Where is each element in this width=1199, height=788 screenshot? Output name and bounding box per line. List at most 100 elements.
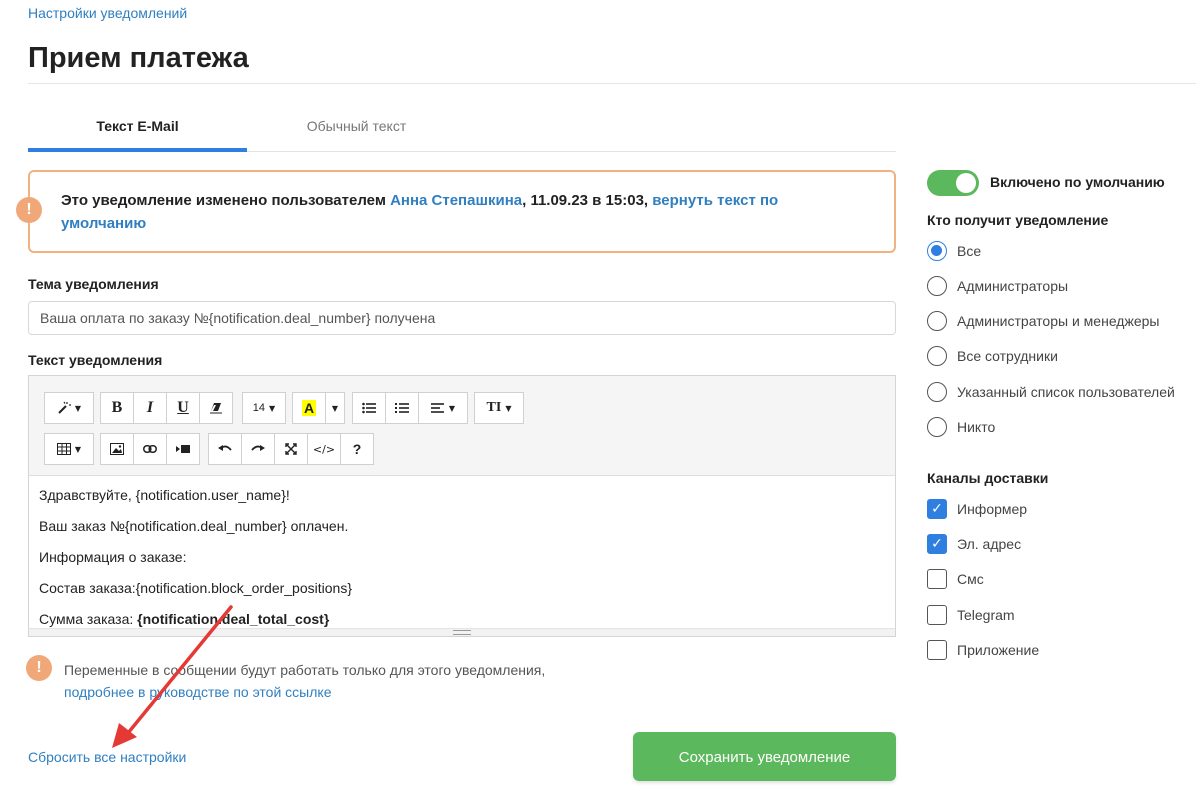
alert-user-link[interactable]: Анна Степашкина xyxy=(390,192,522,209)
recipient-option-all[interactable]: Все xyxy=(927,241,981,261)
tab-email-text[interactable]: Текст E-Mail xyxy=(28,106,247,152)
bullet-list-button[interactable] xyxy=(352,392,386,424)
font-size-value: 14 xyxy=(252,402,266,414)
checkbox-checked[interactable]: ✓ xyxy=(927,499,947,519)
radio[interactable] xyxy=(927,276,947,296)
breadcrumb-link[interactable]: Настройки уведомлений xyxy=(28,5,187,21)
option-label: Приложение xyxy=(957,642,1040,658)
recipient-option-admins-managers[interactable]: Администраторы и менеджеры xyxy=(927,311,1159,331)
editor-resize-handle[interactable] xyxy=(29,628,895,636)
body-label: Текст уведомления xyxy=(28,352,163,368)
undo-button[interactable] xyxy=(208,433,242,465)
fullscreen-icon xyxy=(285,443,297,455)
magic-style-button[interactable]: ▼ xyxy=(44,392,94,424)
recipient-option-admins[interactable]: Администраторы xyxy=(927,276,1068,296)
text-color-icon: A xyxy=(301,400,317,416)
guide-link[interactable]: подробнее в руководстве по этой ссылке xyxy=(64,684,331,700)
insert-link-button[interactable] xyxy=(133,433,167,465)
warning-icon: ! xyxy=(26,655,52,681)
content-line: Ваш заказ №{notification.deal_number} оп… xyxy=(39,518,349,534)
channel-option-informer[interactable]: ✓ Информер xyxy=(927,499,1027,519)
option-label: Администраторы xyxy=(957,278,1069,294)
editor-content[interactable]: Здравствуйте, {notification.user_name}! … xyxy=(29,477,895,629)
channels-heading: Каналы доставки xyxy=(927,470,1049,486)
tab-plain-text[interactable]: Обычный текст xyxy=(247,106,466,152)
bold-button[interactable]: B xyxy=(100,392,134,424)
option-label: Все xyxy=(957,243,982,259)
option-label: Telegram xyxy=(957,607,1015,623)
option-label: Все сотрудники xyxy=(957,348,1058,364)
channel-option-telegram[interactable]: Telegram xyxy=(927,605,1015,625)
channel-option-app[interactable]: Приложение xyxy=(927,640,1039,660)
channel-option-email[interactable]: ✓ Эл. адрес xyxy=(927,534,1021,554)
option-label: Смс xyxy=(957,571,984,587)
link-icon xyxy=(143,445,157,453)
option-label: Администраторы и менеджеры xyxy=(957,313,1160,329)
help-button[interactable]: ? xyxy=(340,433,374,465)
clear-format-button[interactable] xyxy=(199,392,233,424)
alert-prefix: Это уведомление изменено пользователем xyxy=(61,192,391,209)
checkbox-checked[interactable]: ✓ xyxy=(927,534,947,554)
reset-settings-link[interactable]: Сбросить все настройки xyxy=(28,749,186,765)
recipient-option-nobody[interactable]: Никто xyxy=(927,417,995,437)
total-label: Сумма заказа: xyxy=(39,611,138,627)
modified-alert: Это уведомление изменено пользователем А… xyxy=(28,170,896,253)
chevron-down-icon: ▼ xyxy=(505,403,512,413)
numbered-list-button[interactable] xyxy=(385,392,419,424)
font-size-dropdown[interactable]: 14 ▼ xyxy=(242,392,286,424)
text-color-button[interactable]: A xyxy=(292,392,326,424)
total-variable: {notification.deal_total_cost} xyxy=(137,611,330,627)
toggle-knob xyxy=(956,173,976,193)
recipients-heading: Кто получит уведомление xyxy=(927,212,1109,228)
redo-button[interactable] xyxy=(241,433,275,465)
save-notification-button[interactable]: Сохранить уведомление xyxy=(633,732,896,781)
chevron-down-icon: ▼ xyxy=(448,403,456,413)
content-line: Здравствуйте, {notification.user_name}! xyxy=(39,487,290,503)
content-line: Информация о заказе: xyxy=(39,549,187,565)
recipient-option-all-staff[interactable]: Все сотрудники xyxy=(927,346,1058,366)
radio[interactable] xyxy=(927,346,947,366)
editor-toolbar: ▼ B I U 14 ▼ A ▼ ▼ TI ▼ ▼ </> ? xyxy=(29,376,895,476)
note-text: Переменные в сообщении будут работать то… xyxy=(64,662,546,678)
variables-note: Переменные в сообщении будут работать то… xyxy=(64,659,545,703)
table-dropdown[interactable]: ▼ xyxy=(44,433,94,465)
fullscreen-button[interactable] xyxy=(274,433,308,465)
subject-label: Тема уведомления xyxy=(28,276,159,292)
alert-date: , 11.09.23 в 15:03, xyxy=(522,192,653,209)
image-icon xyxy=(110,443,124,455)
rich-text-editor: ▼ B I U 14 ▼ A ▼ ▼ TI ▼ ▼ </> ? Здравств… xyxy=(28,375,896,637)
insert-video-button[interactable] xyxy=(166,433,200,465)
channel-option-sms[interactable]: Смс xyxy=(927,569,984,589)
video-icon xyxy=(176,445,190,453)
recipient-option-user-list[interactable]: Указанный список пользователей xyxy=(927,382,1175,402)
checkbox[interactable] xyxy=(927,640,947,660)
chevron-down-icon: ▼ xyxy=(331,403,339,413)
magic-wand-icon xyxy=(58,401,71,414)
radio[interactable] xyxy=(927,311,947,331)
redo-icon xyxy=(251,445,265,451)
content-line: Сумма заказа: {notification.deal_total_c… xyxy=(39,610,885,629)
align-dropdown[interactable]: ▼ xyxy=(418,392,468,424)
italic-button[interactable]: I xyxy=(133,392,167,424)
insert-image-button[interactable] xyxy=(100,433,134,465)
warning-icon: ! xyxy=(16,197,42,223)
undo-icon xyxy=(218,445,232,451)
content-line: Состав заказа:{notification.block_order_… xyxy=(39,580,352,596)
option-label: Информер xyxy=(957,501,1028,517)
eraser-icon xyxy=(210,403,222,414)
checkbox[interactable] xyxy=(927,569,947,589)
enabled-toggle[interactable] xyxy=(927,170,979,196)
subject-input[interactable] xyxy=(28,301,896,335)
text-color-dropdown[interactable]: ▼ xyxy=(325,392,345,424)
radio[interactable] xyxy=(927,382,947,402)
text-height-dropdown[interactable]: TI ▼ xyxy=(474,392,524,424)
checkbox[interactable] xyxy=(927,605,947,625)
code-view-button[interactable]: </> xyxy=(307,433,341,465)
radio-selected[interactable] xyxy=(927,241,947,261)
align-left-icon xyxy=(430,403,444,413)
underline-button[interactable]: U xyxy=(166,392,200,424)
alert-message: Это уведомление изменено пользователем А… xyxy=(61,189,861,235)
chevron-down-icon: ▼ xyxy=(74,403,82,413)
text-height-icon: TI xyxy=(486,400,502,415)
radio[interactable] xyxy=(927,417,947,437)
